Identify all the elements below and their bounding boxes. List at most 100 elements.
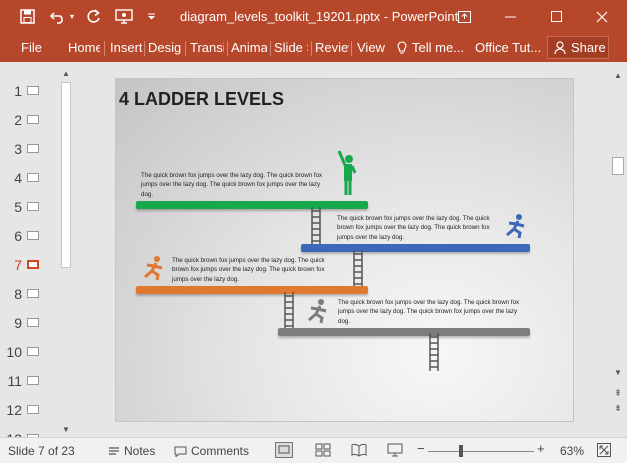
ladder-4 xyxy=(429,333,439,371)
thumbnail-item[interactable]: 4 xyxy=(0,168,60,188)
share-label: Share xyxy=(571,40,606,55)
tell-me-label: Tell me... xyxy=(412,40,465,55)
slide-counter: Slide 7 of 23 xyxy=(8,444,75,458)
thumbnail-preview xyxy=(27,376,39,385)
thumbnail-number: 3 xyxy=(14,141,22,157)
zoom-level[interactable]: 63% xyxy=(560,444,584,458)
present-from-start-icon xyxy=(115,9,133,24)
thumbnail-preview xyxy=(27,347,39,356)
tab-review[interactable]: Review xyxy=(315,40,349,55)
tab-transitions[interactable]: Transitions xyxy=(190,40,224,55)
present-button[interactable] xyxy=(115,0,133,33)
thumbnail-item[interactable]: 5 xyxy=(0,197,60,217)
thumbnail-item[interactable]: 3 xyxy=(0,139,60,159)
tab-file[interactable]: File xyxy=(21,40,42,55)
reading-view-button[interactable] xyxy=(351,443,367,457)
scroll-down-arrow[interactable]: ▼ xyxy=(60,424,72,436)
previous-slide-button[interactable]: ⇞ xyxy=(612,387,624,399)
maximize-icon xyxy=(550,11,562,22)
slide-scrollbar[interactable]: ▲ ▼ ⇞ ⇟ xyxy=(609,62,627,437)
tab-view[interactable]: View xyxy=(357,40,385,55)
thumbnail-preview xyxy=(27,115,39,124)
thumbnail-number: 11 xyxy=(7,373,22,389)
tab-slide-show[interactable]: Slide Show xyxy=(274,40,308,55)
office-tab[interactable]: Office Tut... xyxy=(475,40,541,55)
thumbnail-item[interactable]: 1 xyxy=(0,81,60,101)
scroll-down-arrow[interactable]: ▼ xyxy=(612,367,624,379)
thumbnail-preview xyxy=(27,318,39,327)
ribbon-display-button[interactable] xyxy=(446,0,482,33)
thumbnail-item-active[interactable]: 7 xyxy=(0,255,60,275)
orange-runner-figure xyxy=(144,256,163,281)
customize-qat-icon xyxy=(148,13,155,20)
slide[interactable]: 4 LADDER LEVELS The quick brown fox jump… xyxy=(115,78,574,422)
normal-view-icon xyxy=(275,442,293,458)
normal-view-button[interactable] xyxy=(275,442,293,458)
minimize-button[interactable] xyxy=(492,0,528,33)
tab-separator xyxy=(351,41,352,56)
thumbnail-item[interactable]: 2 xyxy=(0,110,60,130)
fit-to-window-icon xyxy=(597,443,611,457)
thumbnail-preview xyxy=(27,202,39,211)
level-1-text[interactable]: The quick brown fox jumps over the lazy … xyxy=(141,171,325,199)
level-2-text[interactable]: The quick brown fox jumps over the lazy … xyxy=(337,214,499,242)
tab-animations[interactable]: Animations xyxy=(231,40,267,55)
level-3-text[interactable]: The quick brown fox jumps over the lazy … xyxy=(172,256,325,284)
level-3-bar[interactable] xyxy=(136,286,368,294)
tab-separator xyxy=(104,41,105,56)
undo-dropdown[interactable]: ▾ xyxy=(70,0,74,33)
share-button[interactable]: Share xyxy=(547,36,609,59)
save-button[interactable] xyxy=(20,0,35,33)
slide-scroll-thumb[interactable] xyxy=(612,157,624,175)
blue-runner-figure xyxy=(506,214,525,239)
undo-icon xyxy=(50,11,63,24)
level-1-bar[interactable] xyxy=(136,201,368,209)
zoom-in-button[interactable]: + xyxy=(537,441,545,456)
thumbnail-item[interactable]: 8 xyxy=(0,284,60,304)
ribbon-display-icon xyxy=(457,10,471,23)
window-title: diagram_levels_toolkit_19201.pptx - Powe… xyxy=(180,9,459,24)
scroll-up-arrow[interactable]: ▲ xyxy=(60,68,72,80)
thumbnail-number: 10 xyxy=(6,344,22,360)
slide-show-button[interactable] xyxy=(387,443,403,457)
zoom-slider[interactable] xyxy=(428,451,534,452)
zoom-slider-handle[interactable] xyxy=(459,445,463,457)
maximize-button[interactable] xyxy=(538,0,574,33)
thumbnail-item[interactable]: 10 xyxy=(0,342,60,362)
slide-sorter-button[interactable] xyxy=(315,443,331,457)
save-icon xyxy=(20,9,35,24)
lightbulb-icon xyxy=(397,40,407,53)
thumbnail-item[interactable]: 12 xyxy=(0,400,60,420)
level-4-bar[interactable] xyxy=(278,328,530,336)
notes-button[interactable]: Notes xyxy=(108,444,155,458)
thumbnail-item[interactable]: 9 xyxy=(0,313,60,333)
tab-design[interactable]: Design xyxy=(148,40,182,55)
level-2-bar[interactable] xyxy=(301,244,530,252)
redo-button[interactable] xyxy=(86,0,101,33)
tab-home[interactable]: Home xyxy=(68,40,100,55)
ladder-1 xyxy=(311,207,321,245)
thumbnail-item[interactable]: 6 xyxy=(0,226,60,246)
thumbnail-item[interactable]: 13 xyxy=(0,429,60,437)
fit-to-window-button[interactable] xyxy=(597,443,611,457)
undo-button[interactable] xyxy=(50,0,66,33)
slide-title[interactable]: 4 LADDER LEVELS xyxy=(119,89,284,110)
thumbnail-scroll-thumb[interactable] xyxy=(61,82,71,268)
tab-separator xyxy=(270,41,271,56)
close-icon xyxy=(596,11,608,22)
zoom-out-button[interactable]: − xyxy=(417,441,425,456)
comments-button[interactable]: Comments xyxy=(174,444,249,458)
thumbnail-item[interactable]: 11 xyxy=(0,371,60,391)
customize-qat-button[interactable] xyxy=(147,0,156,33)
ladder-2 xyxy=(353,250,363,288)
title-bar: ▾ diagram_levels_toolkit_19201.pptx - Po… xyxy=(0,0,627,33)
thumbnail-preview xyxy=(27,231,39,240)
thumbnail-number: 12 xyxy=(6,402,22,418)
close-button[interactable] xyxy=(584,0,620,33)
tab-insert[interactable]: Insert xyxy=(110,40,142,55)
tab-separator xyxy=(227,41,228,56)
next-slide-button[interactable]: ⇟ xyxy=(612,402,624,414)
tell-me-search[interactable]: Tell me... xyxy=(397,40,464,55)
level-4-text[interactable]: The quick brown fox jumps over the lazy … xyxy=(338,298,530,326)
scroll-up-arrow[interactable]: ▲ xyxy=(612,70,624,82)
